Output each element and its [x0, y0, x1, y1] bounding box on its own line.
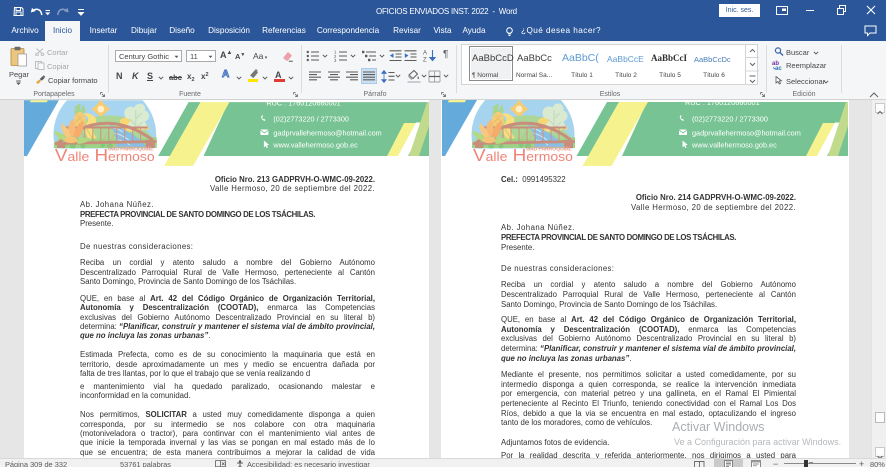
svg-text:Z: Z	[423, 58, 427, 63]
svg-text:A: A	[423, 51, 427, 57]
svg-text:3: 3	[334, 58, 337, 62]
svg-text:ac: ac	[775, 66, 782, 70]
